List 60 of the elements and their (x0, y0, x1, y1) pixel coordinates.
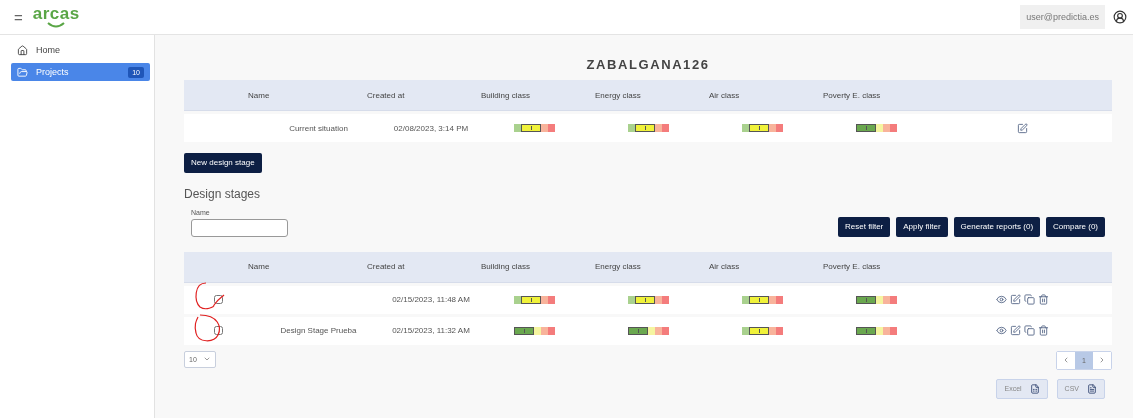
spreadsheet-file-icon (1029, 383, 1040, 394)
column-header: Energy class (594, 262, 641, 271)
class-rating-bar (855, 295, 897, 304)
class-rating-bar (741, 295, 783, 304)
section-heading: Design stages (184, 186, 262, 201)
class-rating-bar (855, 326, 897, 335)
column-header: Poverty E. class (822, 90, 881, 100)
column-header: Name (247, 90, 270, 100)
column-header: Name (247, 262, 270, 271)
column-header: Building class (480, 262, 530, 271)
user-icon[interactable] (1113, 10, 1127, 24)
chevron-right-icon (1098, 356, 1106, 364)
class-rating-bar (513, 295, 555, 304)
table-cell-text: 02/15/2023, 11:48 AM (391, 295, 470, 304)
class-rating-bar (627, 124, 669, 132)
table-cell-text: Design Stage Prueba (279, 326, 357, 335)
sidebar-item[interactable]: Home (11, 41, 150, 59)
action-button[interactable]: Compare (0) (1046, 216, 1105, 237)
action-button[interactable]: Reset filter (838, 216, 891, 237)
folder-icon (17, 66, 28, 78)
edit-icon[interactable] (1017, 122, 1028, 134)
column-header: Created at (366, 262, 405, 271)
file-icon (1087, 383, 1097, 394)
column-header: Air class (708, 90, 740, 100)
column-header: Poverty E. class (822, 262, 881, 271)
class-rating-bar (741, 326, 783, 335)
column-header: Air class (708, 262, 740, 271)
copy-icon[interactable] (1024, 325, 1035, 336)
trash-icon[interactable] (1038, 325, 1049, 336)
table-cell-text: Current situation (288, 123, 348, 133)
user-email: user@predictia.es (1020, 5, 1105, 29)
column-header: Energy class (594, 90, 641, 100)
home-icon (17, 44, 28, 56)
new-stage-button[interactable]: New design stage (184, 152, 262, 173)
action-button[interactable]: Apply filter (896, 216, 948, 237)
class-rating-bar (627, 295, 669, 304)
column-header: Building class (480, 90, 530, 100)
class-rating-bar (741, 124, 783, 132)
trash-icon[interactable] (1038, 294, 1049, 305)
class-rating-bar (513, 326, 555, 335)
project-title: ZABALGANA126 (585, 57, 711, 72)
chevron-down-icon (202, 355, 211, 363)
row-checkbox[interactable] (213, 326, 223, 335)
table-cell-text: 02/15/2023, 11:32 AM (391, 326, 470, 335)
class-rating-bar (627, 326, 669, 335)
edit-icon[interactable] (1010, 325, 1021, 336)
copy-icon[interactable] (1024, 294, 1035, 305)
menu-button[interactable]: = (14, 8, 23, 26)
view-icon[interactable] (996, 325, 1007, 336)
row-checkbox[interactable] (213, 295, 223, 304)
table-cell-text: 02/08/2023, 3:14 PM (392, 123, 469, 133)
action-button[interactable]: Generate reports (0) (953, 216, 1041, 237)
name-filter-field[interactable] (191, 218, 288, 237)
class-rating-bar (513, 124, 555, 132)
logo: arcas (32, 6, 80, 28)
class-rating-bar (855, 124, 897, 132)
edit-icon[interactable] (1010, 294, 1021, 305)
column-header: Created at (366, 90, 405, 100)
chevron-left-icon (1062, 356, 1070, 364)
view-icon[interactable] (996, 294, 1007, 305)
